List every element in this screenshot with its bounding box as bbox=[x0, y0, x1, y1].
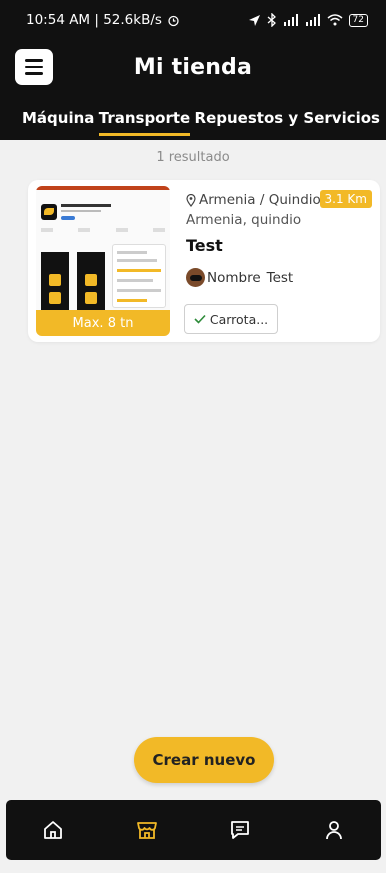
vehicle-type-chip[interactable]: Carrota... bbox=[184, 304, 278, 334]
owner-surname: Test bbox=[266, 269, 294, 286]
status-bar: 10:54 AM | 52.6kB/s 72 bbox=[0, 0, 386, 40]
thumbnail-logo-icon bbox=[41, 204, 57, 220]
create-new-button[interactable]: Crear nuevo bbox=[134, 737, 274, 783]
page-title: Mi tienda bbox=[133, 55, 253, 80]
app-header: Mi tienda bbox=[0, 40, 386, 95]
thumbnail-panel bbox=[112, 244, 166, 308]
thumbnail-column bbox=[41, 252, 69, 312]
location-text: Armenia / Quindio bbox=[199, 192, 321, 208]
location-arrow-icon bbox=[248, 14, 260, 26]
listing-thumbnail: Max. 8 tn bbox=[36, 186, 170, 336]
wifi-icon bbox=[327, 14, 343, 26]
check-icon bbox=[194, 314, 206, 324]
thumbnail-topbar bbox=[36, 186, 170, 190]
signal-icon-2 bbox=[305, 14, 320, 26]
tab-repuestos-servicios[interactable]: Repuestos y Servicios bbox=[195, 95, 380, 140]
tab-transporte[interactable]: Transporte bbox=[98, 95, 190, 140]
alarm-icon bbox=[168, 15, 179, 26]
tab-maquina[interactable]: Máquina bbox=[22, 95, 94, 140]
store-icon bbox=[136, 822, 157, 839]
sub-location-text: Armenia, quindio bbox=[186, 212, 302, 228]
thumbnail-text bbox=[61, 210, 101, 212]
thumbnail-row bbox=[41, 228, 165, 238]
signal-icon bbox=[283, 14, 298, 26]
nav-home[interactable] bbox=[33, 810, 73, 850]
home-icon bbox=[43, 821, 62, 839]
avatar bbox=[186, 268, 205, 287]
nav-messages[interactable] bbox=[220, 810, 260, 850]
owner-name: Nombre bbox=[207, 269, 261, 286]
menu-button[interactable] bbox=[15, 49, 53, 85]
thumbnail-pill bbox=[61, 216, 75, 220]
status-time: 10:54 AM | 52.6kB/s bbox=[26, 12, 162, 28]
vehicle-type-label: Carrota... bbox=[209, 311, 269, 327]
results-count: 1 resultado bbox=[156, 150, 230, 165]
battery-indicator: 72 bbox=[348, 13, 368, 27]
bluetooth-icon bbox=[267, 13, 276, 27]
menu-icon-line bbox=[25, 59, 43, 62]
thumbnail-text bbox=[61, 204, 111, 207]
chat-icon bbox=[231, 821, 250, 839]
distance-badge: 3.1 Km bbox=[319, 190, 372, 208]
menu-icon-line bbox=[25, 72, 43, 75]
listing-name: Test bbox=[186, 236, 223, 255]
user-icon bbox=[326, 821, 343, 840]
location-line: Armenia / Quindio bbox=[186, 192, 321, 208]
bottom-navigation bbox=[6, 800, 381, 860]
menu-icon-line bbox=[25, 65, 43, 69]
owner-line: Nombre Test bbox=[186, 268, 293, 287]
capacity-label: Max. 8 tn bbox=[36, 310, 170, 336]
location-pin-icon bbox=[186, 193, 196, 207]
category-tabs: Máquina Transporte Repuestos y Servicios bbox=[0, 95, 386, 140]
nav-store[interactable] bbox=[127, 810, 167, 850]
thumbnail-column bbox=[77, 252, 105, 312]
nav-profile[interactable] bbox=[314, 810, 354, 850]
listing-card[interactable]: Max. 8 tn 3.1 Km Armenia / Quindio Armen… bbox=[28, 180, 380, 342]
